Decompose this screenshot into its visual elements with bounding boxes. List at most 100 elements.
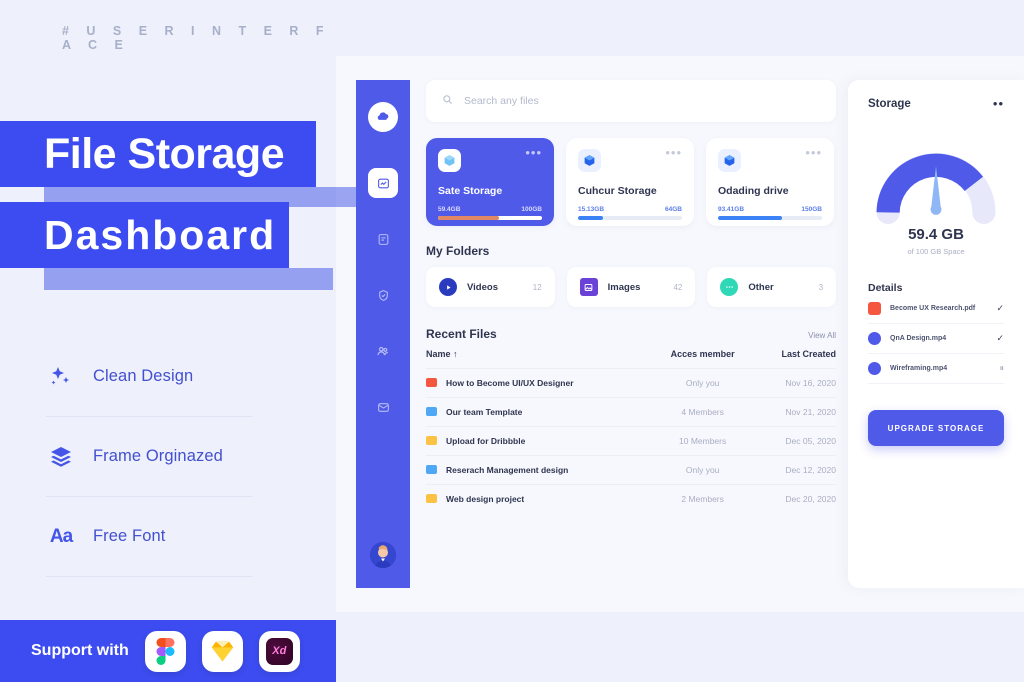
play-icon bbox=[439, 278, 457, 296]
search-input[interactable]: Search any files bbox=[464, 95, 539, 107]
file-date: Dec 05, 2020 bbox=[752, 427, 836, 456]
card-menu-icon[interactable]: ••• bbox=[665, 149, 682, 157]
storage-card[interactable]: ••• Sate Storage 59.4GB 100GB bbox=[426, 138, 554, 226]
file-date: Nov 16, 2020 bbox=[752, 369, 836, 398]
folder-item[interactable]: Other 3 bbox=[707, 267, 836, 307]
gauge-value: 59.4 GB bbox=[868, 226, 1004, 243]
sidebar-item-mail[interactable] bbox=[368, 392, 398, 422]
dots-icon bbox=[720, 278, 738, 296]
title-line-2: Dashboard bbox=[0, 202, 289, 268]
file-members: 10 Members bbox=[653, 427, 752, 456]
storage-details-panel: Storage •• 59.4 GB of 100 GB Space Detai… bbox=[848, 80, 1024, 588]
column-access[interactable]: Acces member bbox=[653, 349, 752, 369]
file-icon bbox=[426, 465, 437, 474]
dashboard-sidebar bbox=[356, 80, 410, 588]
file-name: Our team Template bbox=[446, 407, 522, 417]
file-date: Dec 20, 2020 bbox=[752, 485, 836, 514]
figma-icon bbox=[145, 631, 186, 672]
feature-label: Clean Design bbox=[93, 367, 193, 386]
promo-panel: # U S E R I N T E R F A C E File Storage… bbox=[0, 0, 336, 682]
detail-item[interactable]: Wireframing.mp4 ⏸ bbox=[868, 354, 1004, 384]
sidebar-item-security[interactable] bbox=[368, 280, 398, 310]
table-row[interactable]: Web design project 2 Members Dec 20, 202… bbox=[426, 485, 836, 514]
panel-menu-icon[interactable]: •• bbox=[993, 100, 1004, 108]
folder-count: 3 bbox=[819, 283, 823, 292]
feature-label: Free Font bbox=[93, 527, 165, 546]
my-folders-title: My Folders bbox=[426, 244, 836, 258]
file-name: Reserach Management design bbox=[446, 465, 568, 475]
card-progress bbox=[578, 216, 682, 220]
recent-files-table: Name ↑ Acces member Last Created How to … bbox=[426, 349, 836, 513]
detail-status: ⏸ bbox=[999, 363, 1004, 374]
file-members: 2 Members bbox=[653, 485, 752, 514]
view-all-link[interactable]: View All bbox=[808, 331, 836, 340]
folder-name: Videos bbox=[467, 282, 498, 293]
recent-files-title: Recent Files bbox=[426, 327, 497, 341]
avatar[interactable] bbox=[370, 542, 396, 568]
file-name: Upload for Dribbble bbox=[446, 436, 525, 446]
image-icon bbox=[580, 278, 598, 296]
search-icon bbox=[442, 92, 453, 110]
storage-cards: ••• Sate Storage 59.4GB 100GB • bbox=[426, 138, 836, 226]
storage-card[interactable]: ••• Cuhcur Storage 15.13GB 64GB bbox=[566, 138, 694, 226]
page-title: File Storage Dashboard bbox=[0, 121, 316, 268]
kicker-text: # U S E R I N T E R F A C E bbox=[62, 24, 336, 52]
folder-item[interactable]: Images 42 bbox=[567, 267, 696, 307]
folders-list: Videos 12 Images 42 Other 3 bbox=[426, 267, 836, 307]
table-row[interactable]: Reserach Management design Only you Dec … bbox=[426, 456, 836, 485]
card-menu-icon[interactable]: ••• bbox=[805, 149, 822, 157]
detail-item[interactable]: QnA Design.mp4 ✓ bbox=[868, 324, 1004, 354]
title-shadow bbox=[44, 268, 333, 290]
detail-status: ✓ bbox=[996, 333, 1004, 344]
detail-name: Wireframing.mp4 bbox=[890, 365, 947, 372]
file-members: 4 Members bbox=[653, 398, 752, 427]
support-label: Support with bbox=[31, 642, 129, 660]
details-title: Details bbox=[868, 282, 1004, 294]
sidebar-item-analytics[interactable] bbox=[368, 168, 398, 198]
card-title: Cuhcur Storage bbox=[578, 185, 682, 197]
file-members: Only you bbox=[653, 456, 752, 485]
sidebar-item-documents[interactable] bbox=[368, 224, 398, 254]
card-used: 15.13GB bbox=[578, 206, 604, 213]
table-row[interactable]: Upload for Dribbble 10 Members Dec 05, 2… bbox=[426, 427, 836, 456]
column-name[interactable]: Name ↑ bbox=[426, 349, 653, 369]
folder-item[interactable]: Videos 12 bbox=[426, 267, 555, 307]
feature-item-clean-design: Clean Design bbox=[46, 337, 252, 417]
storage-gauge bbox=[868, 132, 1004, 224]
xd-badge-label: Xd bbox=[266, 638, 293, 665]
card-progress bbox=[438, 216, 542, 220]
card-title: Sate Storage bbox=[438, 185, 542, 197]
panel-title: Storage bbox=[868, 98, 911, 110]
sparkle-icon bbox=[46, 365, 76, 389]
folder-count: 12 bbox=[533, 283, 542, 292]
file-name: Web design project bbox=[446, 494, 524, 504]
card-used: 93.41GB bbox=[718, 206, 744, 213]
file-icon bbox=[426, 407, 437, 416]
cloud-logo-icon bbox=[368, 102, 398, 132]
file-icon bbox=[426, 378, 437, 387]
file-date: Dec 12, 2020 bbox=[752, 456, 836, 485]
file-name: How to Become UI/UX Designer bbox=[446, 378, 574, 388]
column-created[interactable]: Last Created bbox=[752, 349, 836, 369]
file-icon bbox=[426, 436, 437, 445]
folder-name: Images bbox=[608, 282, 641, 293]
file-icon bbox=[426, 494, 437, 503]
storage-cube-icon bbox=[718, 149, 741, 172]
card-progress bbox=[718, 216, 822, 220]
card-menu-icon[interactable]: ••• bbox=[525, 149, 542, 157]
detail-item[interactable]: Become UX Research.pdf ✓ bbox=[868, 294, 1004, 324]
table-row[interactable]: Our team Template 4 Members Nov 21, 2020 bbox=[426, 398, 836, 427]
card-used: 59.4GB bbox=[438, 206, 460, 213]
file-members: Only you bbox=[653, 369, 752, 398]
storage-card[interactable]: ••• Odading drive 93.41GB 150GB bbox=[706, 138, 834, 226]
search-bar[interactable]: Search any files bbox=[426, 80, 836, 122]
folder-name: Other bbox=[748, 282, 773, 293]
support-bar: Support with Xd bbox=[0, 620, 336, 682]
dashboard-main: Search any files ••• Sate Storage 59.4GB… bbox=[426, 80, 836, 513]
upgrade-storage-button[interactable]: UPGRADE STORAGE bbox=[868, 410, 1004, 446]
title-line-1: File Storage bbox=[0, 121, 316, 187]
sidebar-item-team[interactable] bbox=[368, 336, 398, 366]
folder-count: 42 bbox=[673, 283, 682, 292]
storage-cube-icon bbox=[438, 149, 461, 172]
table-row[interactable]: How to Become UI/UX Designer Only you No… bbox=[426, 369, 836, 398]
